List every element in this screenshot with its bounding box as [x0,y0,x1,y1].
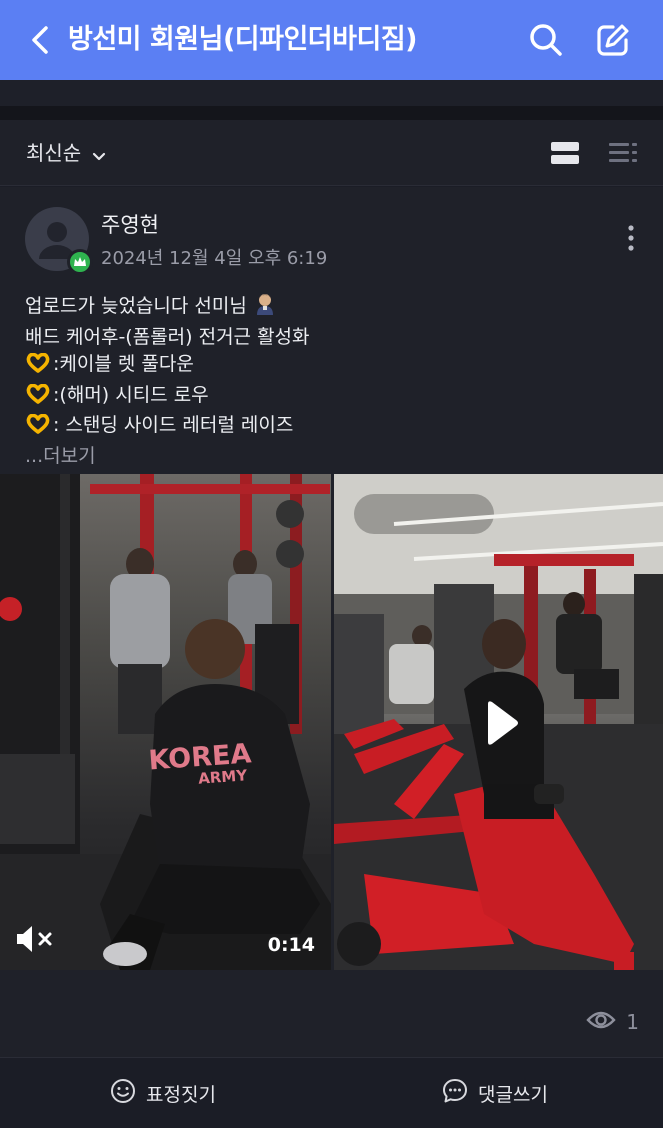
text-line: 업로드가 늦었습니다 선미님 [25,291,645,324]
video-duration: 0:14 [267,934,315,956]
video-thumbnail-1[interactable]: KOREA ARMY 0:14 [0,474,331,970]
chevron-down-icon [92,122,106,188]
emoji-reaction-label: 표정짓기 [146,1084,216,1106]
heart-hands-icon [25,413,51,443]
shirt-text-army: ARMY [198,766,249,787]
mute-icon[interactable] [15,924,57,954]
list-view-icon[interactable] [609,140,638,166]
divider [0,106,663,120]
post-text: 업로드가 늦었습니다 선미님 배드 케어후-(폼롤러) 전거근 활성화 :케이블… [25,291,645,470]
bottom-action-bar: 표정짓기 댓글쓰기 [0,1057,663,1128]
app-header: 방선미 회원님(디파인더바디짐) [0,0,663,80]
page-title: 방선미 회원님(디파인더바디짐) [68,24,418,55]
search-icon[interactable] [526,20,566,60]
emoji-reaction-button[interactable]: 표정짓기 [110,1058,216,1128]
text-line: : 스탠딩 사이드 레터럴 레이즈 [25,412,645,443]
chevron-left-icon[interactable] [22,22,58,58]
more-options-icon[interactable] [619,223,643,253]
post-card: 주영현 2024년 12월 4일 오후 6:19 업로드가 늦었습니다 선미님 … [0,187,663,1057]
emoji-icon [253,291,277,324]
write-comment-button[interactable]: 댓글쓰기 [442,1058,548,1128]
previous-post-peek [0,80,663,106]
card-view-icon[interactable] [551,140,580,166]
heart-hands-icon [25,352,51,382]
play-icon[interactable] [472,698,532,748]
sort-dropdown[interactable]: 최신순 [26,120,106,186]
video-thumbnail-2[interactable] [334,474,663,970]
crown-badge-icon [67,249,93,275]
sort-label: 최신순 [26,141,82,165]
gym-scene-illustration: KOREA ARMY [0,474,331,970]
heart-hands-icon [25,383,51,413]
comment-icon [442,1078,468,1109]
edit-icon[interactable] [593,20,633,60]
view-counter: 1 [586,1010,639,1034]
view-count: 1 [626,1010,639,1034]
author-name[interactable]: 주영현 [101,209,159,239]
eye-icon [586,1010,616,1034]
text-line: 배드 케어후-(폼롤러) 전거근 활성화 [25,325,310,348]
post-date: 2024년 12월 4일 오후 6:19 [101,248,328,269]
sort-bar: 최신순 [0,120,663,186]
see-more-link[interactable]: ...더보기 [25,443,645,471]
text-line: :케이블 렛 풀다운 [25,351,645,382]
smile-icon [110,1078,136,1109]
text-line: :(해머) 시티드 로우 [25,382,645,413]
write-comment-label: 댓글쓰기 [478,1084,548,1106]
